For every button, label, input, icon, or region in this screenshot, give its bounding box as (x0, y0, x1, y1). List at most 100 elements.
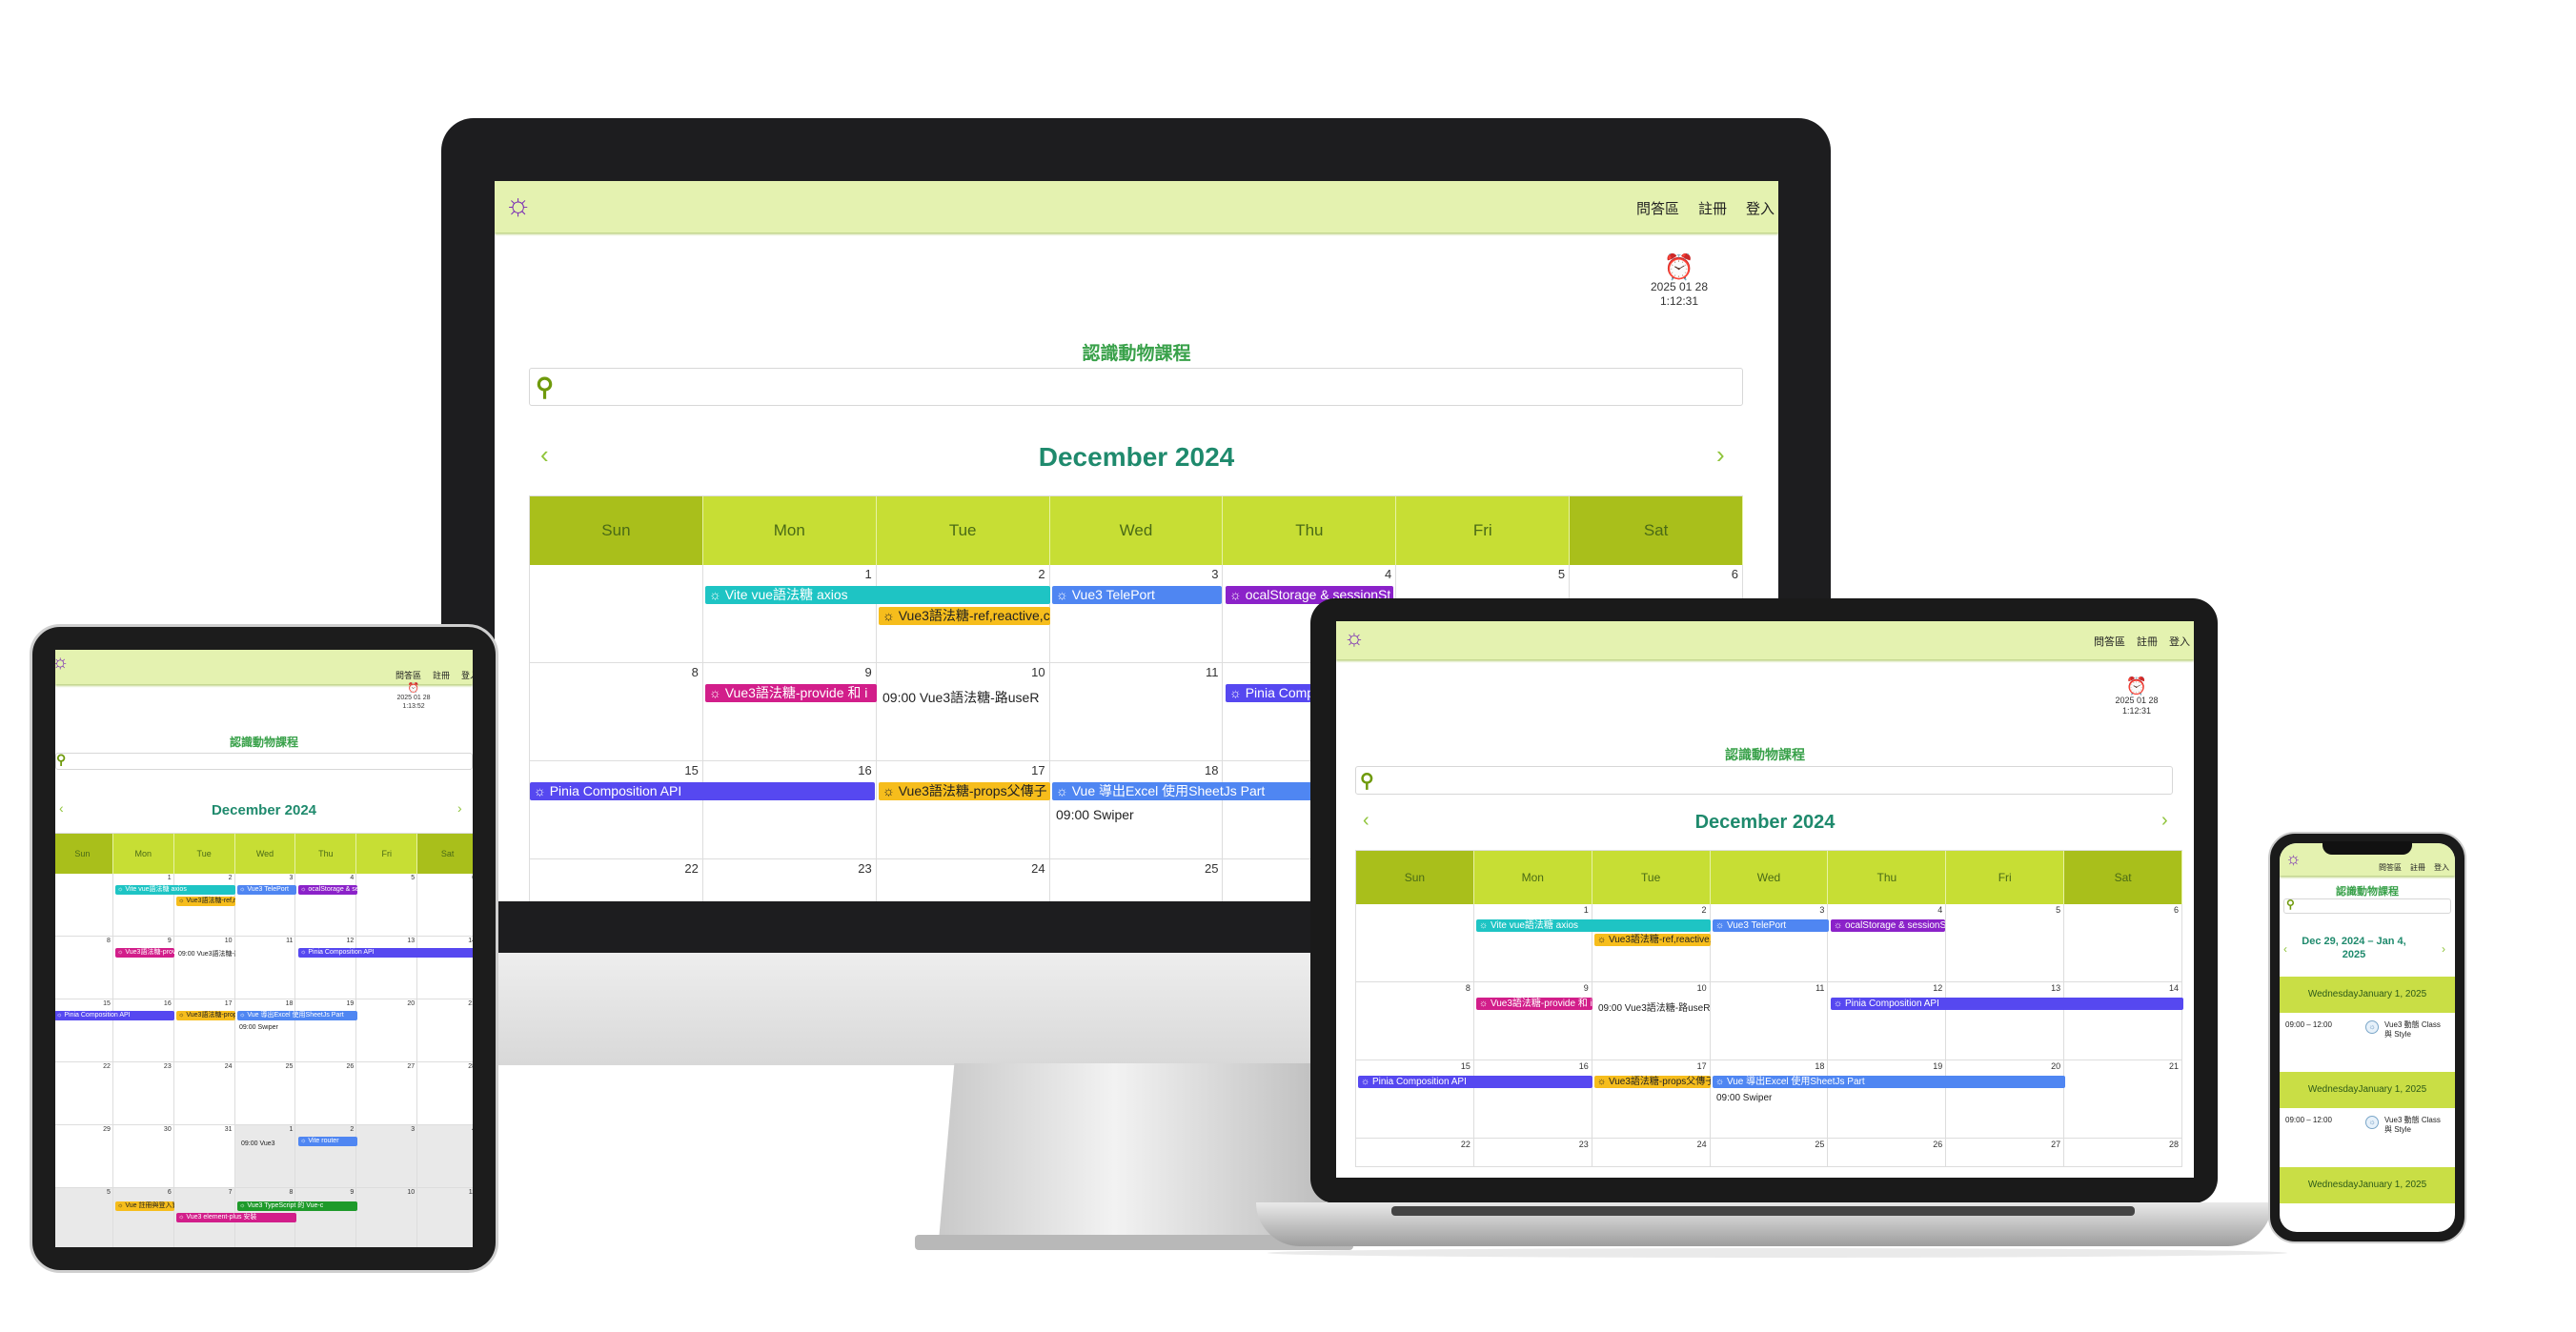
day-cell[interactable]: 29 (55, 1125, 113, 1187)
day-cell[interactable]: 1 (703, 565, 877, 662)
day-cell[interactable]: 25 (1711, 1139, 1829, 1166)
day-cell[interactable]: 6 (417, 874, 473, 936)
sun-logo-icon[interactable]: ☼ (55, 652, 69, 674)
day-cell[interactable]: 16 (703, 761, 877, 858)
sun-logo-icon[interactable]: ☼ (1344, 625, 1365, 652)
calendar-event[interactable]: ☼ ocalStorage & sessionSt (298, 885, 357, 895)
search-input[interactable]: ⚲ (55, 752, 473, 770)
nav-link-register[interactable]: 註冊 (433, 669, 450, 681)
timed-event[interactable]: 09:00 Vue3語法糖-路useR (178, 949, 235, 959)
calendar-event[interactable]: ☼ Vue3語法糖-ref,reactive,c (176, 897, 235, 906)
day-cell[interactable]: 14 (417, 937, 473, 999)
sun-logo-icon[interactable]: ☼ (2285, 849, 2302, 869)
day-cell[interactable]: 12 (295, 937, 357, 999)
day-cell[interactable]: 17 (174, 999, 235, 1061)
calendar-event[interactable]: ☼ Vue3語法糖-ref,reactive,c (1594, 934, 1711, 946)
day-cell[interactable]: 17 (877, 761, 1050, 858)
day-cell[interactable]: 17 (1592, 1060, 1711, 1138)
day-cell[interactable]: 13 (356, 937, 418, 999)
day-cell[interactable]: 10 (1592, 982, 1711, 1060)
day-cell[interactable]: 3 (1711, 904, 1829, 981)
day-cell[interactable]: 25 (235, 1062, 296, 1124)
day-cell[interactable]: 20 (356, 999, 418, 1061)
day-cell[interactable]: 8 (1356, 982, 1474, 1060)
day-cell[interactable]: 3 (1050, 565, 1224, 662)
day-cell[interactable]: 4 (417, 1125, 473, 1187)
day-cell[interactable]: 1 (1474, 904, 1592, 981)
next-month-button[interactable]: › (1716, 440, 1725, 470)
calendar-event[interactable]: ☼ Vue 註冊與登入實做 (115, 1201, 174, 1211)
calendar-event[interactable]: ☼ Pinia Composition API (1831, 998, 2183, 1010)
day-cell[interactable]: 12 (1828, 982, 1947, 1060)
day-cell[interactable]: 28 (2064, 1139, 2183, 1166)
day-cell[interactable]: 30 (113, 1125, 174, 1187)
calendar-event[interactable]: ☼ Vite vue語法糖 axios (115, 885, 235, 895)
day-cell[interactable]: 11 (417, 1188, 473, 1247)
day-cell[interactable]: 5 (356, 874, 418, 936)
day-cell[interactable]: 25 (1050, 859, 1224, 901)
calendar-event[interactable]: ☼ Vue3語法糖-ref,reactive,c (879, 607, 1050, 625)
day-cell[interactable]: 5 (1946, 904, 2065, 981)
calendar-event[interactable]: ☼ Pinia Composition API (1358, 1076, 1592, 1088)
day-cell[interactable]: 2 (295, 1125, 357, 1187)
nav-link-qa[interactable]: 問答區 (2379, 862, 2402, 873)
search-input[interactable]: ⚲ (529, 368, 1743, 406)
nav-link-login[interactable]: 登入 (2169, 634, 2190, 649)
search-input[interactable]: ⚲ (1355, 766, 2173, 795)
prev-week-button[interactable]: ‹ (2283, 942, 2287, 956)
nav-link-qa[interactable]: 問答區 (396, 669, 421, 681)
timed-event[interactable]: 09:00 Vue3 (241, 1140, 296, 1147)
day-cell[interactable] (1356, 904, 1474, 981)
timed-event[interactable]: 09:00 Swiper (239, 1024, 296, 1031)
day-cell[interactable]: 23 (703, 859, 877, 901)
nav-link-register[interactable]: 註冊 (1698, 198, 1727, 218)
day-cell[interactable]: 9 (295, 1188, 357, 1247)
timed-event[interactable]: 09:00 Swiper (1716, 1093, 1829, 1103)
calendar-event[interactable]: ☼ Vue3語法糖-props父傳子 (1594, 1076, 1711, 1088)
day-cell[interactable]: 19 (1828, 1060, 1947, 1138)
list-item[interactable]: 09:00 – 12:00 ☼ Vue3 動態 Class 與 Style (2280, 1020, 2455, 1070)
calendar-event[interactable]: ☼ Vue3 TelePort (1052, 586, 1222, 604)
day-cell[interactable]: 9 (113, 937, 174, 999)
day-cell[interactable] (55, 874, 113, 936)
day-cell[interactable]: 21 (417, 999, 473, 1061)
day-cell[interactable]: 11 (1711, 982, 1829, 1060)
calendar-event[interactable]: ☼ Pinia Composition API (55, 1011, 174, 1020)
day-cell[interactable]: 24 (877, 859, 1050, 901)
day-cell[interactable]: 4 (295, 874, 357, 936)
calendar-event[interactable]: ☼ Vue 導出Excel 使用SheetJs Part (237, 1011, 357, 1020)
day-cell[interactable]: 11 (1050, 663, 1224, 760)
day-cell[interactable]: 28 (417, 1062, 473, 1124)
sun-logo-icon[interactable]: ☼ (504, 187, 532, 222)
day-cell[interactable]: 16 (1474, 1060, 1592, 1138)
day-cell[interactable]: 14 (2064, 982, 2183, 1060)
timed-event[interactable]: 09:00 Vue3語法糖-路useR (1598, 999, 1711, 1014)
day-cell[interactable]: 23 (113, 1062, 174, 1124)
day-cell[interactable]: 21 (2064, 1060, 2183, 1138)
day-cell[interactable]: 26 (1828, 1139, 1947, 1166)
day-cell[interactable]: 20 (1946, 1060, 2065, 1138)
day-cell[interactable]: 31 (174, 1125, 235, 1187)
calendar-event[interactable]: ☼ Vue3 TelePort (1713, 919, 1829, 932)
day-cell[interactable]: 27 (1946, 1139, 2065, 1166)
next-week-button[interactable]: › (2442, 942, 2445, 956)
calendar-event[interactable]: ☼ Vue3語法糖-props父傳子 (879, 782, 1050, 800)
day-cell[interactable]: 10 (174, 937, 235, 999)
calendar-event[interactable]: ☼ Vue3語法糖-provide 和 i (1476, 998, 1592, 1010)
day-cell[interactable]: 16 (113, 999, 174, 1061)
day-cell[interactable]: 8 (55, 937, 113, 999)
calendar-event[interactable]: ☼ Vue 導出Excel 使用SheetJs Part (1713, 1076, 2065, 1088)
timed-event[interactable]: 09:00 Vue3語法糖-路useR (882, 688, 1050, 707)
nav-link-register[interactable]: 註冊 (2410, 862, 2425, 873)
day-cell[interactable]: 4 (1828, 904, 1947, 981)
day-cell[interactable]: 13 (1946, 982, 2065, 1060)
day-cell[interactable]: 11 (235, 937, 296, 999)
list-item[interactable]: 09:00 – 12:00 ☼ Vue3 動態 Class 與 Style (2280, 1116, 2455, 1165)
nav-link-login[interactable]: 登入 (1746, 198, 1775, 218)
day-cell[interactable]: 3 (356, 1125, 418, 1187)
calendar-event[interactable]: ☼ Vite router (298, 1137, 357, 1146)
nav-link-login[interactable]: 登入 (461, 669, 473, 681)
calendar-event[interactable]: ☼ Vue3語法糖-provide 和 i (115, 948, 174, 958)
day-cell[interactable]: 10 (356, 1188, 418, 1247)
day-cell[interactable]: 19 (295, 999, 357, 1061)
